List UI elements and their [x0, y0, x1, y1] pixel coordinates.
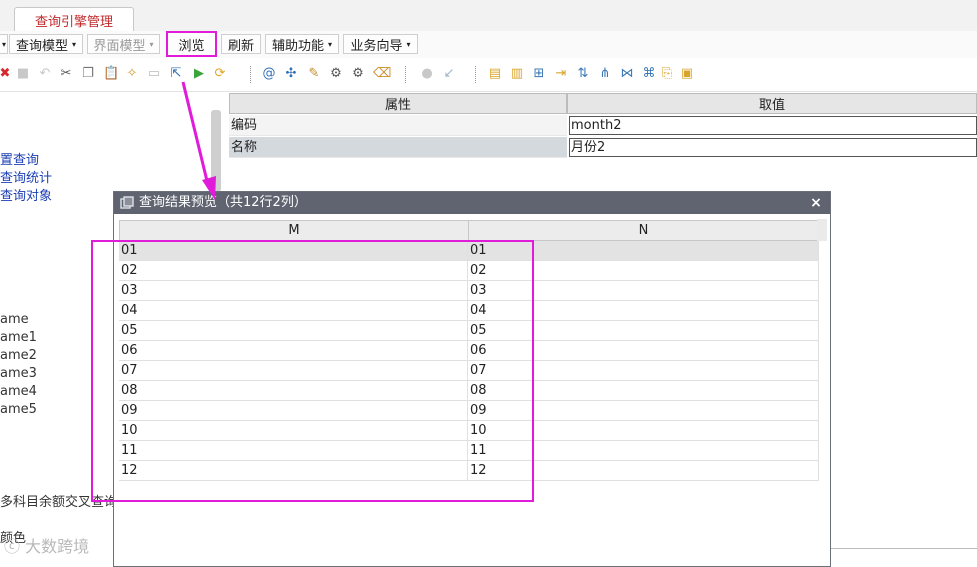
chevron-down-icon: ▾ [328, 39, 333, 49]
tree-item-name[interactable]: ame [0, 312, 29, 327]
magic-icon[interactable]: ✣ [284, 67, 298, 81]
value-header: 取值 [567, 93, 977, 114]
menu-label: 界面模型 [93, 38, 146, 54]
sort-icon[interactable]: ⇅ [576, 67, 590, 81]
tree-item-link[interactable]: 置查询 [0, 149, 39, 168]
export-icon[interactable]: ⇱ [169, 67, 183, 81]
tree-item-name[interactable]: ame5 [0, 402, 37, 417]
tab-strip: 查询引擎管理 [0, 0, 977, 32]
chevron-down-icon: ▾ [1, 39, 6, 49]
wizard-icon[interactable]: ✧ [125, 67, 139, 81]
menu-label: 辅助功能 [271, 38, 324, 54]
paste-icon[interactable]: 📋 [103, 67, 119, 81]
tree-item-link[interactable]: 查询统计 [0, 167, 52, 186]
import-icon[interactable]: ⇥ [554, 67, 568, 81]
split-icon[interactable]: ⋔ [598, 67, 612, 81]
delete-icon[interactable]: ✖ [0, 67, 12, 81]
bottom-divider [831, 548, 977, 549]
layout-icon[interactable]: ▭ [147, 67, 161, 81]
gear-icon[interactable]: ⚙ [329, 67, 343, 81]
menu-bar: ▾ 查询模型 ▾ 界面模型 ▾ 浏览 刷新 辅助功能 ▾ 业务向导 ▾ [0, 31, 977, 59]
tab-query-engine-management[interactable]: 查询引擎管理 [14, 7, 134, 32]
watermark: ⓒ 大数跨境 [4, 533, 89, 557]
db-search-icon[interactable]: ▥ [510, 67, 524, 81]
toolbar-separator [475, 66, 477, 83]
menu-refresh[interactable]: 刷新 [221, 34, 261, 54]
tree-item-name[interactable]: ame4 [0, 384, 37, 399]
cut-icon[interactable]: ✂ [59, 67, 73, 81]
tree-item-name[interactable]: ame3 [0, 366, 37, 381]
menu-ui-model[interactable]: 界面模型 ▾ [87, 34, 160, 54]
clipboard-icon[interactable]: ▣ [680, 67, 694, 81]
tree-item-link[interactable]: 查询对象 [0, 185, 52, 204]
eraser-icon[interactable]: ⌫ [373, 67, 391, 81]
header-label: 取值 [758, 98, 785, 113]
highlight-box [91, 240, 534, 502]
column-header-n[interactable]: N [468, 220, 819, 241]
dialog-title: 查询结果预览（共12行2列） [139, 195, 307, 210]
name-value-field[interactable]: 月份2 [569, 138, 977, 157]
arrow-down-left-icon[interactable]: ↙ [442, 67, 456, 81]
property-header: 属性 [229, 93, 567, 114]
menu-browse[interactable]: 浏览 [166, 31, 217, 57]
toolbar-separator [405, 66, 407, 83]
window-icon [120, 196, 134, 209]
pencil-icon[interactable]: ✎ [307, 67, 321, 81]
chevron-down-icon: ▾ [72, 39, 77, 49]
menu-query-model[interactable]: 查询模型 ▾ [9, 34, 83, 54]
tree-icon[interactable]: ⊞ [532, 67, 546, 81]
left-panel-scrollbar[interactable] [211, 110, 221, 192]
menu-assist[interactable]: 辅助功能 ▾ [265, 34, 339, 54]
paste-in-icon[interactable]: ⎘ [660, 67, 674, 81]
table-scrollbar[interactable] [817, 219, 827, 241]
join-icon[interactable]: ⋈ [620, 67, 634, 81]
gears-icon[interactable]: ⚙ [351, 67, 365, 81]
menu-overflow-button[interactable]: ▾ [0, 34, 8, 54]
stop-icon[interactable]: ■ [16, 67, 30, 81]
tab-label: 查询引擎管理 [34, 14, 113, 30]
at-icon[interactable]: @ [262, 67, 276, 81]
disabled-circle-icon[interactable]: ● [420, 67, 434, 81]
refresh-icon[interactable]: ⟳ [213, 67, 227, 81]
cross-icon[interactable]: ⌘ [642, 67, 656, 81]
tree-item-name[interactable]: ame2 [0, 348, 37, 363]
watermark-text: 大数跨境 [25, 537, 90, 556]
chevron-down-icon: ▾ [406, 39, 411, 49]
run-icon[interactable]: ▶ [192, 67, 206, 81]
property-grid: 属性 取值 编码 month2 名称 月份2 [229, 93, 977, 159]
menu-label: 业务向导 [350, 38, 403, 54]
chevron-down-icon: ▾ [149, 39, 154, 49]
db-icon[interactable]: ▤ [488, 67, 502, 81]
menu-business-wizard[interactable]: 业务向导 ▾ [343, 34, 418, 54]
code-value-field[interactable]: month2 [569, 116, 977, 135]
property-label: 名称 [229, 137, 567, 158]
header-label: 属性 [384, 98, 411, 113]
copy-icon[interactable]: ❐ [81, 67, 95, 81]
column-label: N [638, 223, 649, 238]
toolbar-separator [250, 66, 252, 83]
column-header-m[interactable]: M [119, 220, 469, 241]
undo-icon[interactable]: ↶ [38, 67, 52, 81]
column-label: M [288, 223, 300, 238]
property-label: 编码 [229, 115, 567, 136]
menu-label: 浏览 [178, 38, 205, 54]
watermark-logo-icon: ⓒ [4, 537, 26, 556]
tree-item-name[interactable]: ame1 [0, 330, 37, 345]
menu-label: 刷新 [227, 38, 254, 54]
toolbar: ✖ ■ ↶ ✂ ❐ 📋 ✧ ▭ ⇱ ▶ ⟳ @ ✣ ✎ ⚙ ⚙ ⌫ ● ↙ ▤ … [0, 58, 977, 92]
menu-label: 查询模型 [15, 38, 68, 54]
close-icon[interactable]: × [808, 192, 824, 214]
dialog-title-bar[interactable]: 查询结果预览（共12行2列） × [114, 192, 830, 214]
